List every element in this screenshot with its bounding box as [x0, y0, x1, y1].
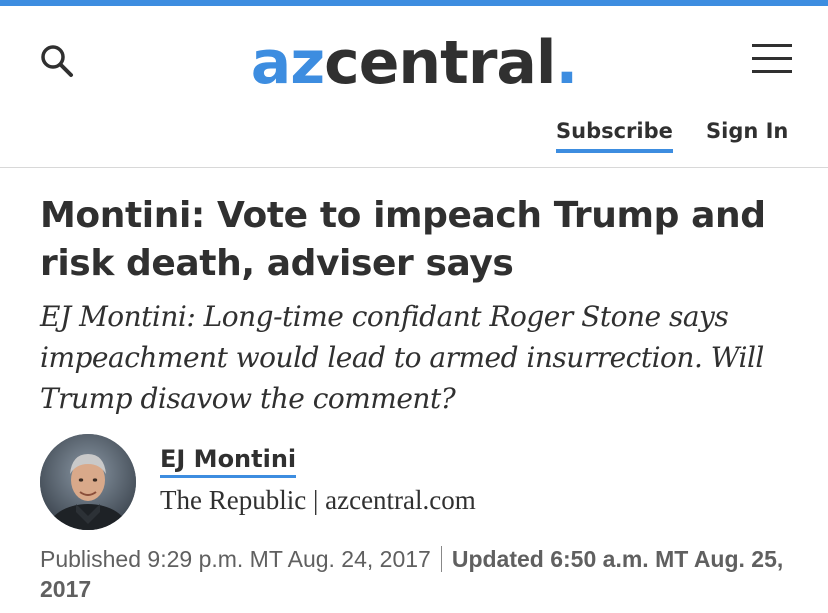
top-accent-bar	[0, 0, 828, 6]
menu-button[interactable]	[752, 44, 792, 76]
header-divider	[0, 167, 828, 168]
article-timestamps: Published 9:29 p.m. MT Aug. 24, 2017 Upda…	[40, 544, 810, 604]
author-photo	[40, 434, 136, 530]
published-date: Published 9:29 p.m. MT Aug. 24, 2017	[40, 546, 431, 572]
logo-dot: .	[555, 28, 578, 98]
timestamp-separator	[440, 546, 442, 572]
author-affiliation: The Republic | azcentral.com	[160, 485, 476, 515]
logo-central: central	[324, 28, 556, 98]
author-avatar[interactable]	[40, 434, 136, 530]
site-logo[interactable]: azcentral.	[0, 28, 828, 98]
article-summary: EJ Montini: Long-time confidant Roger St…	[40, 300, 764, 415]
subscribe-link[interactable]: Subscribe	[556, 118, 673, 153]
article-headline: Montini: Vote to impeach Trump and risk …	[40, 195, 766, 284]
logo-az: az	[250, 28, 325, 98]
sign-in-link[interactable]: Sign In	[706, 118, 788, 144]
author-name-link[interactable]: EJ Montini	[160, 444, 297, 478]
hamburger-menu-icon	[752, 44, 792, 73]
